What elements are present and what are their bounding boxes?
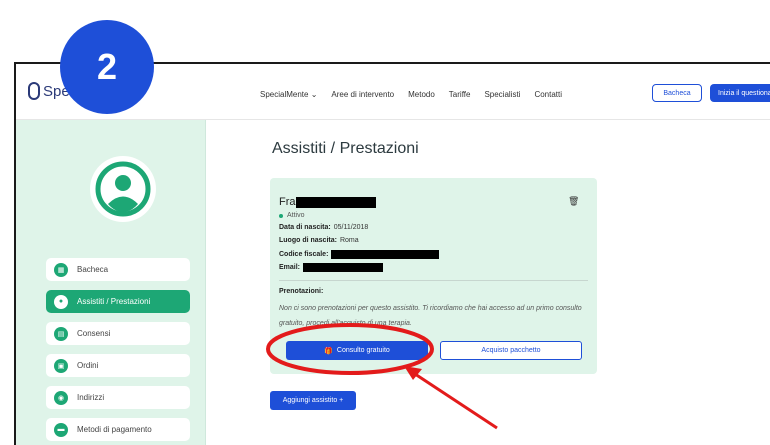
people-icon: ● — [54, 294, 68, 309]
fiscal-code-label: Codice fiscale: — [279, 251, 329, 258]
page-title: Assistiti / Prestazioni — [272, 140, 419, 157]
document-icon: ▤ — [54, 326, 68, 341]
birth-date-field: Data di nascita: 05/11/2018 — [279, 224, 368, 231]
nav-link-aree[interactable]: Aree di intervento — [331, 90, 394, 99]
bookings-text: Non ci sono prenotazioni per questo assi… — [279, 305, 582, 327]
fiscal-code-field: Codice fiscale: — [279, 250, 440, 259]
sidebar-item-bacheca[interactable]: ▦ Bacheca — [46, 258, 190, 281]
birth-date-value: 05/11/2018 — [333, 224, 369, 231]
status-badge: Attivo — [279, 212, 305, 219]
nav-link-specialisti[interactable]: Specialisti — [484, 90, 520, 99]
redacted-fiscal-code — [331, 250, 440, 259]
sidebar-item-label: Assistiti / Prestazioni — [77, 297, 151, 306]
sidebar-item-label: Indirizzi — [77, 393, 105, 402]
birth-date-label: Data di nascita: — [279, 224, 331, 231]
assistito-name: Fra — [279, 196, 376, 208]
main-content: Assistiti / Prestazioni Fra 🗑 Attivo Dat… — [206, 120, 770, 445]
nav-link-metodo[interactable]: Metodo — [408, 90, 435, 99]
card-icon: ▬ — [54, 422, 68, 437]
browser-frame: Speci SpecialMente ⌄ Aree di intervento … — [14, 62, 770, 445]
trash-icon[interactable]: 🗑 — [568, 196, 579, 207]
add-assistito-button[interactable]: Aggiungi assistito + — [270, 391, 356, 410]
gift-icon: 🎁 — [324, 347, 333, 355]
step-number-badge: 2 — [60, 20, 154, 114]
sidebar-item-label: Ordini — [77, 361, 99, 370]
free-consult-label: Consulto gratuito — [336, 347, 390, 354]
orders-icon: ▣ — [54, 358, 68, 373]
nav-link-tariffe[interactable]: Tariffe — [449, 90, 471, 99]
email-field: Email: — [279, 263, 384, 272]
sidebar-item-consensi[interactable]: ▤ Consensi — [46, 322, 190, 345]
sidebar-item-indirizzi[interactable]: ◉ Indirizzi — [46, 386, 190, 409]
bookings-label: Prenotazioni: — [279, 288, 324, 295]
sidebar-item-label: Metodi di pagamento — [77, 425, 152, 434]
nav-link-specialmente[interactable]: SpecialMente ⌄ — [260, 90, 317, 99]
sidebar-item-ordini[interactable]: ▣ Ordini — [46, 354, 190, 377]
user-avatar-icon — [95, 161, 151, 217]
redacted-name — [295, 196, 376, 208]
birth-place-label: Luogo di nascita: — [279, 237, 337, 244]
dashboard-icon: ▦ — [54, 262, 68, 277]
sidebar-item-assistiti[interactable]: ● Assistiti / Prestazioni — [46, 290, 190, 313]
account-sidebar: ▦ Bacheca ● Assistiti / Prestazioni ▤ Co… — [16, 120, 206, 445]
sidebar-item-label: Bacheca — [77, 265, 109, 274]
card-divider — [279, 280, 588, 281]
status-text: Attivo — [287, 212, 305, 219]
status-dot-icon — [279, 213, 283, 218]
buy-package-button[interactable]: Acquisto pacchetto — [440, 341, 582, 360]
sidebar-item-label: Consensi — [77, 329, 111, 338]
redacted-email — [303, 263, 384, 272]
assistito-card: Fra 🗑 Attivo Data di nascita: 05/11/2018… — [270, 178, 597, 374]
location-pin-icon: ◉ — [54, 390, 68, 405]
name-prefix: Fra — [279, 196, 296, 208]
birth-place-value: Roma — [339, 237, 359, 244]
bacheca-button[interactable]: Bacheca — [652, 84, 702, 102]
nav-link-contatti[interactable]: Contatti — [534, 90, 562, 99]
avatar — [90, 156, 156, 222]
email-label: Email: — [279, 264, 301, 271]
birth-place-field: Luogo di nascita: Roma — [279, 237, 359, 244]
nav-links: SpecialMente ⌄ Aree di intervento Metodo… — [260, 90, 562, 99]
sidebar-item-metodi-pagamento[interactable]: ▬ Metodi di pagamento — [46, 418, 190, 441]
logo-mark-icon — [28, 82, 40, 100]
free-consult-button[interactable]: 🎁 Consulto gratuito — [286, 341, 428, 360]
start-questionnaire-button[interactable]: Inizia il questionario — [710, 84, 770, 102]
